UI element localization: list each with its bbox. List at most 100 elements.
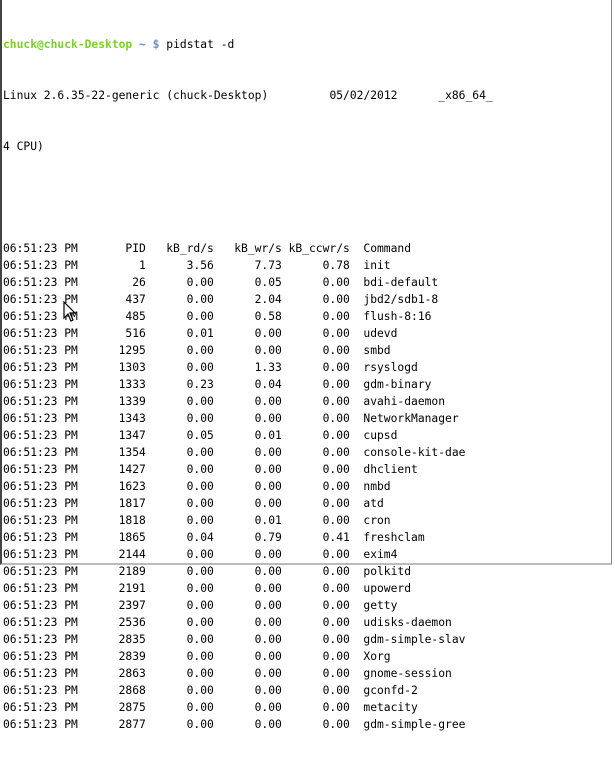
time-cell: 06:51:23 PM — [3, 344, 78, 357]
kb-ccwr-cell: 0.00 — [322, 667, 350, 680]
kb-rd-cell: 0.00 — [186, 565, 214, 578]
kb-wr-cell: 0.79 — [254, 531, 282, 544]
table-row: 06:51:23 PM 1295 0.00 0.00 0.00 smbd — [3, 342, 493, 359]
command-cell: gdm-binary — [363, 378, 432, 391]
kb-wr-cell: 1.33 — [254, 361, 282, 374]
table-row: 06:51:23 PM 1 3.56 7.73 0.78 init — [3, 257, 493, 274]
kb-ccwr-cell: 0.00 — [322, 633, 350, 646]
kb-wr-cell: 7.73 — [254, 259, 282, 272]
kb-ccwr-cell: 0.00 — [322, 429, 350, 442]
kb-rd-cell: 0.00 — [186, 633, 214, 646]
kb-wr-cell: 0.00 — [254, 565, 282, 578]
kb-ccwr-cell: 0.00 — [322, 276, 350, 289]
command-cell: dhclient — [363, 463, 418, 476]
table-row: 06:51:23 PM 2877 0.00 0.00 0.00 gdm-simple-gr… — [3, 716, 493, 733]
command-cell: gdm-simple-gree — [363, 718, 466, 731]
kb-ccwr-cell: 0.41 — [322, 531, 350, 544]
pid-cell: 1295 — [118, 344, 146, 357]
command-cell: freshclam — [363, 531, 425, 544]
header-time: 06:51:23 PM — [3, 242, 78, 255]
command-cell: Xorg — [363, 650, 391, 663]
kb-wr-cell: 0.00 — [254, 480, 282, 493]
prompt-symbol: $ — [152, 38, 160, 51]
time-cell: 06:51:23 PM — [3, 378, 78, 391]
mouse-pointer-icon — [63, 301, 77, 322]
pid-cell: 2863 — [118, 667, 146, 680]
pid-cell: 1347 — [118, 429, 146, 442]
pid-cell: 1333 — [118, 378, 146, 391]
command-cell: udisks-daemon — [363, 616, 452, 629]
pid-cell: 1818 — [118, 514, 146, 527]
kb-ccwr-cell: 0.00 — [322, 701, 350, 714]
table-row: 06:51:23 PM 1333 0.23 0.04 0.00 gdm-binary — [3, 376, 493, 393]
kb-ccwr-cell: 0.00 — [322, 446, 350, 459]
kb-rd-cell: 0.00 — [186, 361, 214, 374]
pid-cell: 2875 — [118, 701, 146, 714]
kb-rd-cell: 0.00 — [186, 548, 214, 561]
kb-ccwr-cell: 0.00 — [322, 650, 350, 663]
command-cell: NetworkManager — [363, 412, 459, 425]
kb-rd-cell: 0.00 — [186, 276, 214, 289]
terminal-window[interactable]: chuck@chuck-Desktop ~ $ pidstat -d Linux… — [0, 0, 612, 731]
pid-cell: 1354 — [118, 446, 146, 459]
kb-wr-cell: 0.00 — [254, 599, 282, 612]
time-cell: 06:51:23 PM — [3, 429, 78, 442]
command-cell: gconfd-2 — [363, 684, 418, 697]
pid-cell: 2189 — [118, 565, 146, 578]
header-command: Command — [363, 242, 412, 255]
time-cell: 06:51:23 PM — [3, 514, 78, 527]
sysinfo-arch: _x86_64_ — [438, 89, 493, 102]
command-cell: init — [363, 259, 391, 272]
kb-wr-cell: 0.00 — [254, 633, 282, 646]
kb-ccwr-cell: 0.00 — [322, 565, 350, 578]
time-cell: 06:51:23 PM — [3, 480, 78, 493]
table-row: 06:51:23 PM 516 0.01 0.00 0.00 udevd — [3, 325, 493, 342]
time-cell: 06:51:23 PM — [3, 616, 78, 629]
kb-rd-cell: 0.00 — [186, 446, 214, 459]
kb-rd-cell: 0.00 — [186, 480, 214, 493]
kb-rd-cell: 0.00 — [186, 293, 214, 306]
time-cell: 06:51:23 PM — [3, 582, 78, 595]
header-kb-ccwr: kB_ccwr/s — [288, 242, 350, 255]
table-row: 06:51:23 PM 26 0.00 0.05 0.00 bdi-default — [3, 274, 493, 291]
time-cell: 06:51:23 PM — [3, 531, 78, 544]
command-cell: gnome-session — [363, 667, 452, 680]
header-kb-wr: kB_wr/s — [234, 242, 282, 255]
kb-rd-cell: 0.00 — [186, 497, 214, 510]
header-kb-rd: kB_rd/s — [166, 242, 214, 255]
pid-cell: 1343 — [118, 412, 146, 425]
kb-ccwr-cell: 0.00 — [322, 718, 350, 731]
pid-cell: 1303 — [118, 361, 146, 374]
table-row: 06:51:23 PM 2839 0.00 0.00 0.00 Xorg — [3, 648, 493, 665]
kb-wr-cell: 0.00 — [254, 412, 282, 425]
command-cell: gdm-simple-slav — [363, 633, 466, 646]
kb-rd-cell: 0.01 — [186, 327, 214, 340]
kb-wr-cell: 0.04 — [254, 378, 282, 391]
sysinfo-kernel: Linux 2.6.35-22-generic (chuck-Desktop) — [3, 89, 269, 102]
table-row: 06:51:23 PM 1427 0.00 0.00 0.00 dhclient — [3, 461, 493, 478]
kb-ccwr-cell: 0.00 — [322, 463, 350, 476]
pid-cell: 1 — [139, 259, 146, 272]
prompt-command: pidstat -d — [166, 38, 235, 51]
terminal-output: chuck@chuck-Desktop ~ $ pidstat -d Linux… — [3, 2, 493, 767]
kb-rd-cell: 0.00 — [186, 463, 214, 476]
table-row: 06:51:23 PM 1347 0.05 0.01 0.00 cupsd — [3, 427, 493, 444]
command-cell: cron — [363, 514, 391, 527]
kb-ccwr-cell: 0.00 — [322, 378, 350, 391]
command-cell: getty — [363, 599, 398, 612]
time-cell: 06:51:23 PM — [3, 395, 78, 408]
table-row: 06:51:23 PM 2868 0.00 0.00 0.00 gconfd-2 — [3, 682, 493, 699]
time-cell: 06:51:23 PM — [3, 412, 78, 425]
pid-cell: 1427 — [118, 463, 146, 476]
command-cell: console-kit-dae — [363, 446, 466, 459]
pid-cell: 2839 — [118, 650, 146, 663]
pid-cell: 2191 — [118, 582, 146, 595]
time-cell: 06:51:23 PM — [3, 463, 78, 476]
kb-rd-cell: 0.05 — [186, 429, 214, 442]
prompt-line: chuck@chuck-Desktop ~ $ pidstat -d — [3, 36, 493, 53]
kb-wr-cell: 0.00 — [254, 650, 282, 663]
prompt-user-host: chuck@chuck-Desktop — [3, 38, 133, 51]
command-cell: bdi-default — [363, 276, 439, 289]
kb-wr-cell: 0.01 — [254, 514, 282, 527]
kb-rd-cell: 0.00 — [186, 582, 214, 595]
